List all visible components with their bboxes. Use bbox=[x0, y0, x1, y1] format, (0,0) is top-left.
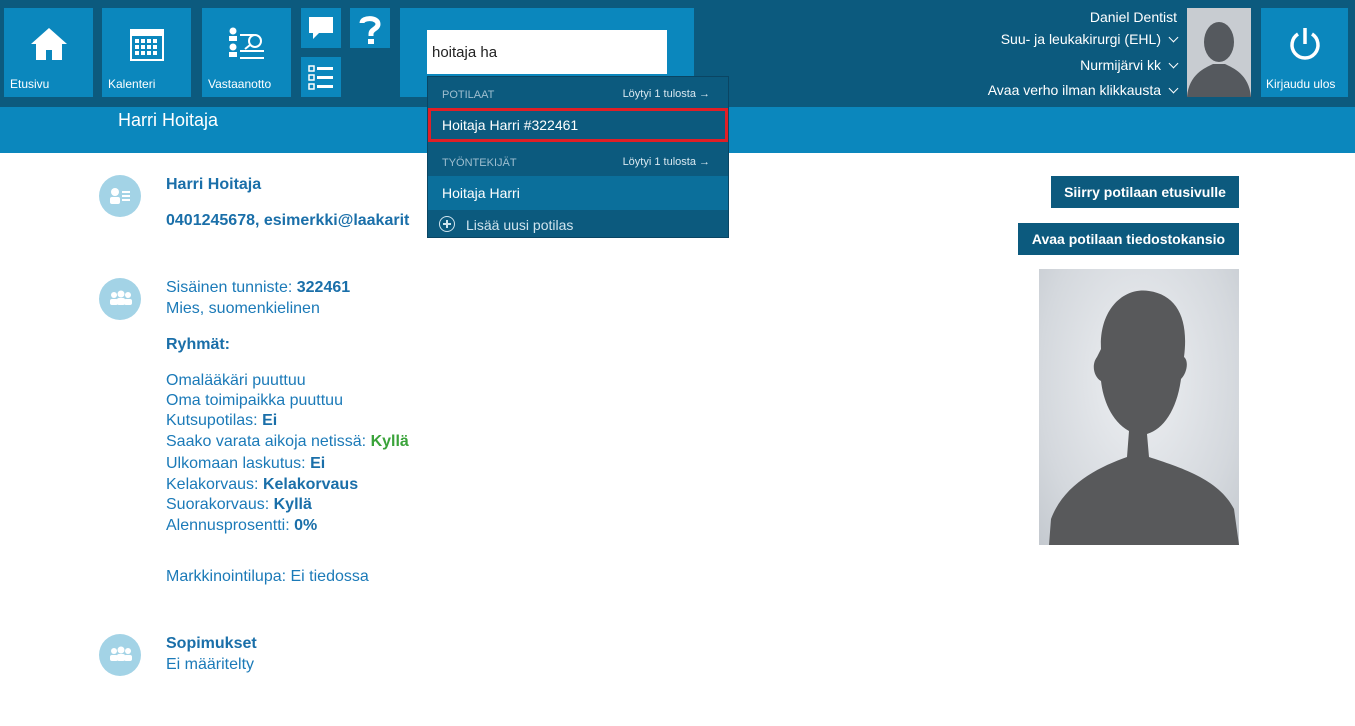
online-booking: Saako varata aikoja netissä: Kyllä bbox=[166, 433, 409, 451]
patient-contact: 0401245678, esimerkki@laakarit bbox=[166, 212, 410, 229]
patient-name: Harri Hoitaja bbox=[166, 176, 262, 193]
no-gp: Omalääkäri puuttuu bbox=[166, 372, 306, 389]
patient-photo bbox=[1039, 269, 1239, 545]
calendar-label: Kalenteri bbox=[108, 77, 156, 91]
patients-header: POTILAAT bbox=[442, 89, 495, 101]
home-icon bbox=[31, 28, 67, 60]
invite-label: Kutsupotilas: bbox=[166, 412, 263, 429]
list-icon bbox=[308, 65, 333, 90]
group-icon bbox=[99, 278, 141, 320]
role-select[interactable]: Suu- ja leukakirurgi (EHL) bbox=[1000, 31, 1179, 47]
help-tile[interactable] bbox=[350, 8, 390, 48]
contracts-value: Ei määritelty bbox=[166, 656, 255, 673]
role-label: Suu- ja leukakirurgi (EHL) bbox=[1000, 31, 1161, 47]
chat-icon bbox=[309, 17, 333, 39]
home-label: Etusivu bbox=[10, 77, 50, 91]
add-patient-item[interactable]: Lisää uusi potilas bbox=[428, 210, 728, 238]
direct-value: Kyllä bbox=[273, 496, 312, 513]
invite-patient: Kutsupotilas: Ei bbox=[166, 412, 277, 430]
direct-label: Suorakorvaus: bbox=[166, 496, 274, 513]
employee-result-item[interactable]: Hoitaja Harri bbox=[428, 176, 728, 210]
curtain-label: Avaa verho ilman klikkausta bbox=[987, 82, 1161, 98]
curtain-select[interactable]: Avaa verho ilman klikkausta bbox=[987, 82, 1179, 98]
online-booking-label: Saako varata aikoja netissä: bbox=[166, 433, 371, 450]
foreign-billing-label: Ulkomaan laskutus: bbox=[166, 455, 311, 472]
kela-label: Kelakorvaus: bbox=[166, 476, 263, 493]
discount: Alennusprosentti: 0% bbox=[166, 517, 317, 535]
power-icon bbox=[1290, 28, 1320, 60]
user-name: Daniel Dentist bbox=[1089, 9, 1177, 25]
employee-result-label: Hoitaja Harri bbox=[442, 185, 520, 201]
internal-id-value: 322461 bbox=[296, 279, 351, 296]
patients-found-link[interactable]: Löytyi 1 tulosta → bbox=[623, 88, 710, 100]
marketing-permission: Markkinointilupa: Ei tiedossa bbox=[166, 568, 369, 585]
contracts-icon bbox=[99, 634, 141, 676]
search-results-dropdown: POTILAAT Löytyi 1 tulosta → Hoitaja Harr… bbox=[427, 76, 729, 238]
user-avatar[interactable] bbox=[1187, 8, 1251, 97]
question-icon bbox=[359, 16, 381, 44]
search-input[interactable] bbox=[427, 30, 667, 74]
messages-tile[interactable] bbox=[301, 8, 341, 48]
online-booking-value: Kyllä bbox=[370, 433, 409, 450]
internal-id-label: Sisäinen tunniste: bbox=[166, 279, 297, 296]
calendar-icon bbox=[130, 29, 164, 61]
employees-found-link[interactable]: Löytyi 1 tulosta → bbox=[623, 156, 710, 168]
foreign-billing-value: Ei bbox=[310, 455, 326, 472]
kela-compensation: Kelakorvaus: Kelakorvaus bbox=[166, 476, 358, 494]
list-tile[interactable] bbox=[301, 57, 341, 97]
reception-tile[interactable]: Vastaanotto bbox=[202, 8, 291, 97]
contact-card-icon bbox=[99, 175, 141, 217]
patient-result-label: Hoitaja Harri #322461 bbox=[442, 117, 579, 133]
foreign-billing: Ulkomaan laskutus: Ei bbox=[166, 455, 325, 473]
patient-header-name: Harri Hoitaja bbox=[118, 110, 219, 130]
patients-section-header: POTILAAT Löytyi 1 tulosta → bbox=[428, 77, 728, 107]
employees-header: TYÖNTEKIJÄT bbox=[442, 157, 517, 169]
kela-value: Kelakorvaus bbox=[262, 476, 359, 493]
direct-compensation: Suorakorvaus: Kyllä bbox=[166, 496, 312, 514]
location-select[interactable]: Nurmijärvi kk bbox=[1080, 57, 1179, 73]
reception-icon bbox=[229, 27, 264, 59]
groups-title: Ryhmät: bbox=[166, 336, 231, 353]
add-patient-label: Lisää uusi potilas bbox=[466, 217, 574, 233]
reception-label: Vastaanotto bbox=[208, 77, 272, 91]
location-label: Nurmijärvi kk bbox=[1080, 57, 1161, 73]
logout-button[interactable]: Kirjaudu ulos bbox=[1261, 8, 1348, 97]
gender-language: Mies, suomenkielinen bbox=[166, 300, 320, 317]
open-patient-folder-button[interactable]: Avaa potilaan tiedostokansio bbox=[1018, 223, 1239, 255]
patient-result-item[interactable]: Hoitaja Harri #322461 bbox=[428, 108, 728, 142]
discount-label: Alennusprosentti: bbox=[166, 517, 295, 534]
internal-id: Sisäinen tunniste: 322461 bbox=[166, 279, 350, 297]
plus-circle-icon bbox=[439, 216, 455, 232]
logout-label: Kirjaudu ulos bbox=[1266, 77, 1336, 91]
no-office: Oma toimipaikka puuttuu bbox=[166, 392, 343, 409]
contracts-title: Sopimukset bbox=[166, 635, 257, 652]
discount-value: 0% bbox=[294, 517, 318, 534]
chevron-down-icon bbox=[1168, 83, 1179, 94]
goto-patient-front-button[interactable]: Siirry potilaan etusivulle bbox=[1051, 176, 1239, 208]
chevron-down-icon bbox=[1168, 32, 1179, 43]
avatar-silhouette-icon bbox=[1187, 22, 1251, 97]
person-silhouette-icon bbox=[1049, 290, 1239, 545]
employees-section-header: TYÖNTEKIJÄT Löytyi 1 tulosta → bbox=[428, 145, 728, 175]
invite-value: Ei bbox=[262, 412, 278, 429]
chevron-down-icon bbox=[1168, 58, 1179, 69]
home-tile[interactable]: Etusivu bbox=[4, 8, 93, 97]
calendar-tile[interactable]: Kalenteri bbox=[102, 8, 191, 97]
